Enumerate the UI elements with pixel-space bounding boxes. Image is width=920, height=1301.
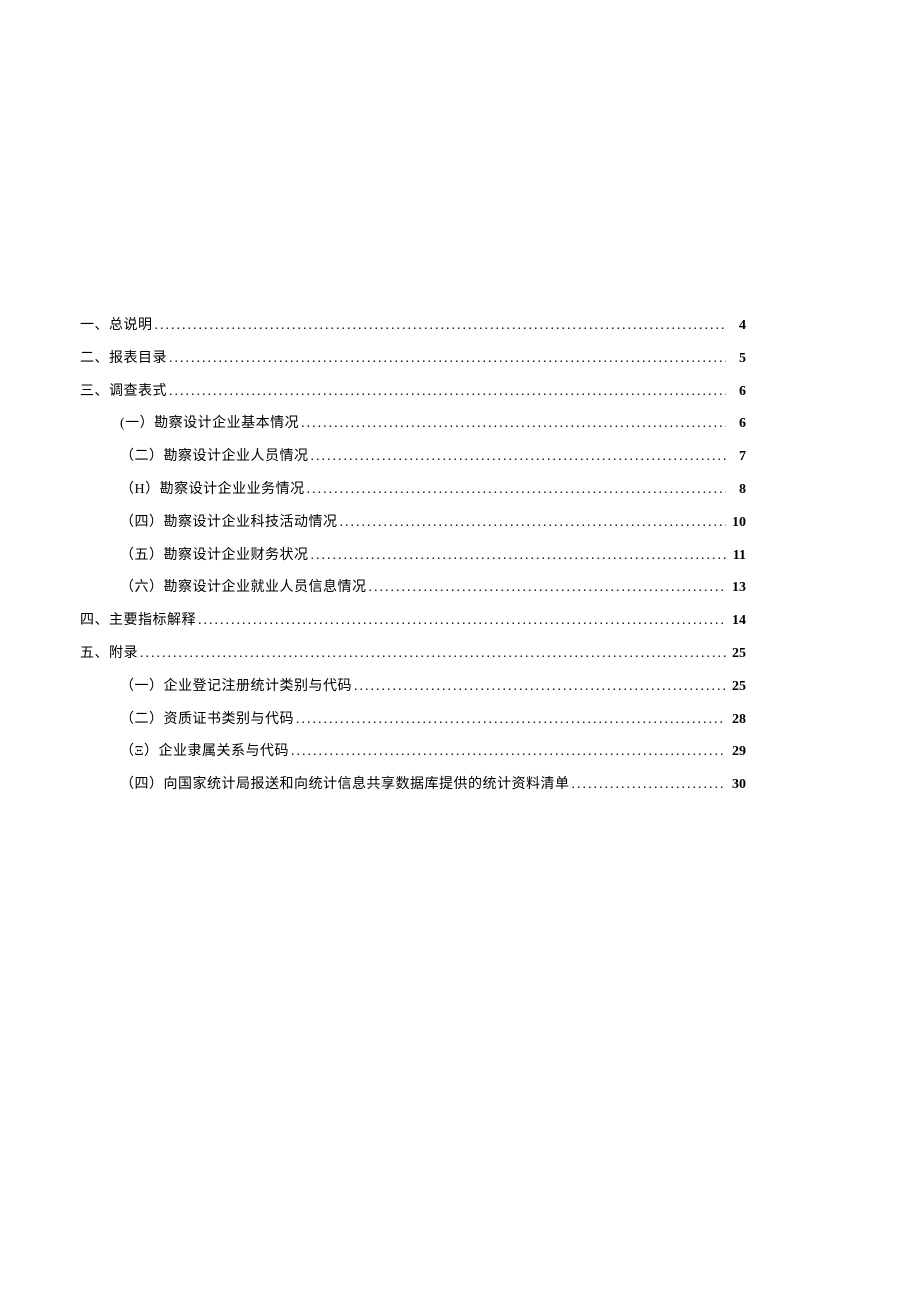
toc-entry-label: （四）向国家统计局报送和向统计信息共享数据库提供的统计资料清单	[120, 777, 570, 794]
toc-dot-leader	[354, 679, 726, 696]
toc-entry-label: （六）勘察设计企业就业人员信息情况	[120, 580, 367, 597]
toc-entry: 二、报表目录 5	[80, 351, 746, 368]
toc-entry: 五、附录 25	[80, 646, 746, 663]
toc-entry-label: （Ξ）企业隶属关系与代码	[120, 744, 289, 761]
toc-dot-leader	[296, 712, 726, 729]
toc-dot-leader	[291, 744, 726, 761]
toc-entry: （Ξ）企业隶属关系与代码 29	[80, 744, 746, 761]
toc-entry-label: 一、总说明	[80, 318, 153, 335]
toc-entry-label: （二）资质证书类别与代码	[120, 712, 294, 729]
toc-entry-label: （二）勘察设计企业人员情况	[120, 449, 309, 466]
toc-entry-page: 25	[728, 646, 746, 663]
toc-entry-label: （一）企业登记注册统计类别与代码	[120, 679, 352, 696]
toc-dot-leader	[311, 449, 727, 466]
toc-entry: （二）勘察设计企业人员情况 7	[80, 449, 746, 466]
toc-entry: 一、总说明 4	[80, 318, 746, 335]
toc-entry-label: 五、附录	[80, 646, 138, 663]
toc-dot-leader	[369, 580, 727, 597]
toc-entry-page: 6	[728, 416, 746, 433]
toc-entry: （四）勘察设计企业科技活动情况 10	[80, 515, 746, 532]
toc-entry-page: 5	[728, 351, 746, 368]
table-of-contents: 一、总说明 4 二、报表目录 5 三、调查表式 6 (一）勘察设计企业基本情况 6 （二）勘察设…	[80, 318, 746, 794]
toc-dot-leader	[340, 515, 727, 532]
toc-entry-page: 13	[728, 580, 746, 597]
toc-entry-label: （四）勘察设计企业科技活动情况	[120, 515, 338, 532]
toc-entry-page: 4	[728, 318, 746, 335]
toc-entry-page: 10	[728, 515, 746, 532]
toc-entry: （六）勘察设计企业就业人员信息情况 13	[80, 580, 746, 597]
toc-entry: 四、主要指标解释 14	[80, 613, 746, 630]
toc-entry: (一）勘察设计企业基本情况 6	[80, 416, 746, 433]
toc-dot-leader	[169, 384, 726, 401]
toc-dot-leader	[155, 318, 727, 335]
toc-entry-page: 8	[728, 482, 746, 499]
toc-entry-page: 29	[728, 744, 746, 761]
toc-entry: （五）勘察设计企业财务状况 11	[80, 548, 746, 565]
toc-entry-page: 28	[728, 712, 746, 729]
toc-entry-label: (一）勘察设计企业基本情况	[120, 416, 299, 433]
toc-entry-label: 二、报表目录	[80, 351, 167, 368]
toc-entry-label: （五）勘察设计企业财务状况	[120, 548, 309, 565]
toc-entry-label: 四、主要指标解释	[80, 613, 196, 630]
toc-dot-leader	[169, 351, 726, 368]
toc-entry: 三、调查表式 6	[80, 384, 746, 401]
toc-dot-leader	[311, 548, 727, 565]
toc-dot-leader	[301, 416, 726, 433]
toc-entry-page: 30	[728, 777, 746, 794]
toc-entry-page: 11	[728, 548, 746, 565]
toc-entry: （四）向国家统计局报送和向统计信息共享数据库提供的统计资料清单 30	[80, 777, 746, 794]
toc-entry: （二）资质证书类别与代码 28	[80, 712, 746, 729]
toc-dot-leader	[140, 646, 726, 663]
toc-entry-page: 25	[728, 679, 746, 696]
toc-entry: （H）勘察设计企业业务情况 8	[80, 482, 746, 499]
toc-dot-leader	[572, 777, 727, 794]
toc-entry-page: 7	[728, 449, 746, 466]
toc-entry: （一）企业登记注册统计类别与代码 25	[80, 679, 746, 696]
toc-entry-page: 6	[728, 384, 746, 401]
toc-entry-label: （H）勘察设计企业业务情况	[120, 482, 305, 499]
toc-entry-label: 三、调查表式	[80, 384, 167, 401]
toc-dot-leader	[198, 613, 726, 630]
toc-dot-leader	[307, 482, 726, 499]
toc-entry-page: 14	[728, 613, 746, 630]
